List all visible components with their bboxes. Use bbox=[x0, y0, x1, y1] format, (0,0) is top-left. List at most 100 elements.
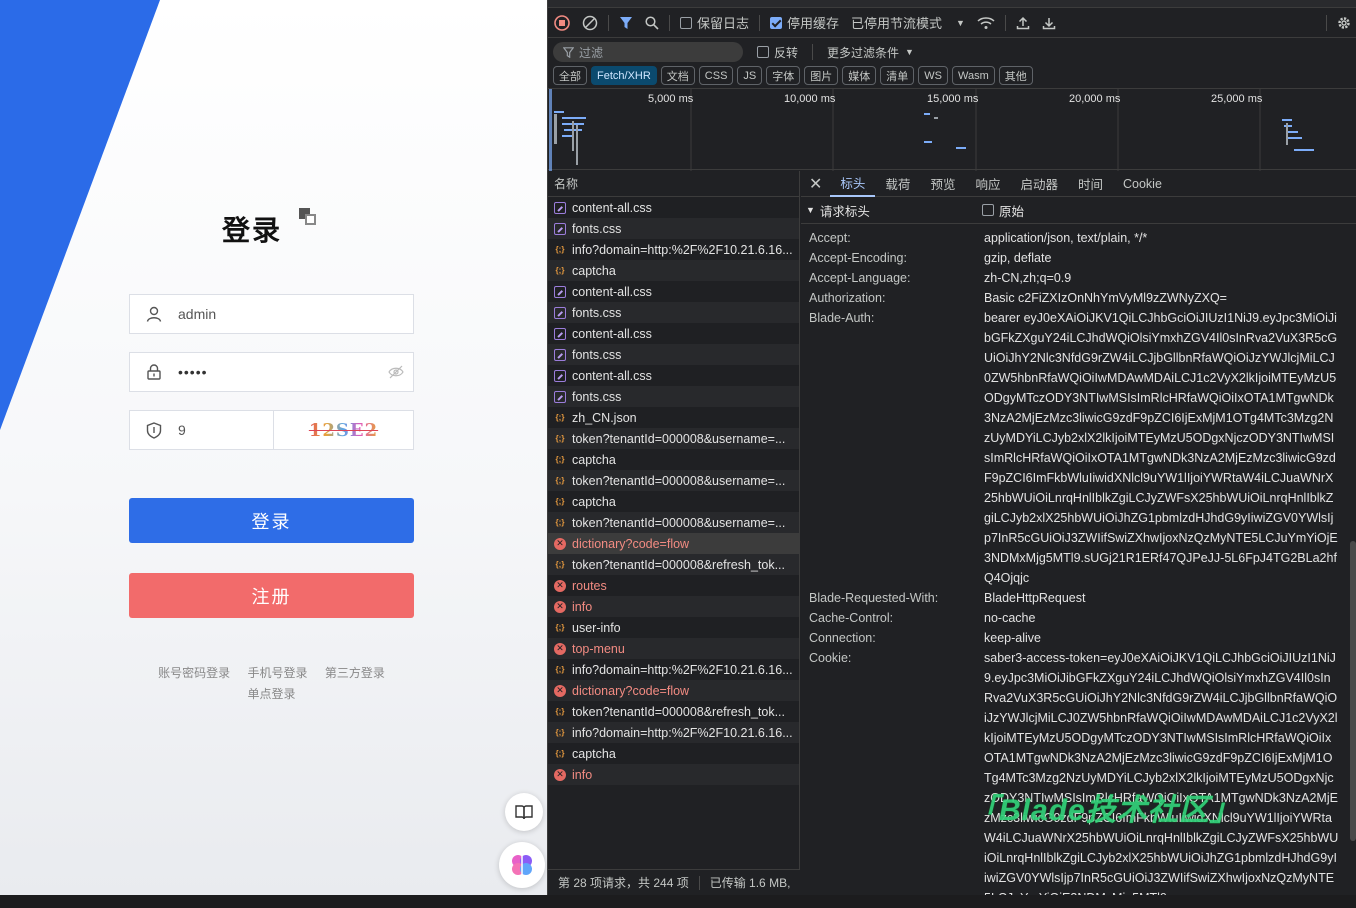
tab-payload[interactable]: 载荷 bbox=[875, 171, 920, 197]
request-row[interactable]: ✕ dictionary?code=flow bbox=[548, 680, 799, 701]
request-row[interactable]: {;} captcha bbox=[548, 491, 799, 512]
chip-fetch-xhr[interactable]: Fetch/XHR bbox=[591, 66, 657, 85]
request-row[interactable]: {;} info?domain=http:%2F%2F10.21.6.16... bbox=[548, 239, 799, 260]
detail-tabs: ✕ 标头 载荷 预览 响应 启动器 时间 Cookie bbox=[801, 171, 1356, 197]
request-row[interactable]: {;} captcha bbox=[548, 260, 799, 281]
request-row[interactable]: fonts.css bbox=[548, 386, 799, 407]
request-row[interactable]: {;} token?tenantId=000008&username=... bbox=[548, 512, 799, 533]
timeline-tick: 10,000 ms bbox=[784, 93, 836, 105]
link-sso-login[interactable]: 单点登录 bbox=[247, 687, 295, 701]
link-third-party-login[interactable]: 第三方登录 bbox=[325, 666, 385, 680]
chip-js[interactable]: JS bbox=[737, 66, 763, 85]
request-row[interactable]: ✕ dictionary?code=flow bbox=[548, 533, 799, 554]
tab-cookies[interactable]: Cookie bbox=[1113, 171, 1172, 197]
request-row[interactable]: ✕ routes bbox=[548, 575, 799, 596]
import-har-button[interactable] bbox=[1010, 8, 1036, 38]
tab-headers[interactable]: 标头 bbox=[830, 171, 876, 197]
chip-ws[interactable]: WS bbox=[918, 66, 948, 85]
login-methods: 账号密码登录 手机号登录 第三方登录 bbox=[129, 664, 414, 681]
chip-wasm[interactable]: Wasm bbox=[952, 66, 995, 85]
request-row[interactable]: {;} info?domain=http:%2F%2F10.21.6.16... bbox=[548, 722, 799, 743]
request-row[interactable]: {;} zh_CN.json bbox=[548, 407, 799, 428]
request-row[interactable]: content-all.css bbox=[548, 281, 799, 302]
separator bbox=[608, 14, 609, 31]
request-row[interactable]: content-all.css bbox=[548, 323, 799, 344]
css-file-icon bbox=[554, 201, 566, 214]
request-row[interactable]: {;} info?domain=http:%2F%2F10.21.6.16... bbox=[548, 659, 799, 680]
request-name: info?domain=http:%2F%2F10.21.6.16... bbox=[572, 662, 793, 677]
column-header-name[interactable]: 名称 bbox=[548, 171, 799, 197]
tab-preview[interactable]: 预览 bbox=[920, 171, 965, 197]
captcha-field[interactable]: 9 bbox=[129, 410, 274, 450]
eye-hidden-icon[interactable] bbox=[388, 365, 404, 379]
request-row[interactable]: fonts.css bbox=[548, 344, 799, 365]
language-icon[interactable] bbox=[298, 207, 318, 227]
tab-timing[interactable]: 时间 bbox=[1068, 171, 1113, 197]
clear-icon bbox=[582, 15, 598, 30]
tab-initiator[interactable]: 启动器 bbox=[1010, 171, 1068, 197]
request-row[interactable]: {;} token?tenantId=000008&username=... bbox=[548, 428, 799, 449]
preserve-log-checkbox[interactable]: 保留日志 bbox=[674, 8, 755, 38]
header-row: Blade-Requested-With: BladeHttpRequest bbox=[809, 588, 1356, 608]
request-row[interactable]: fonts.css bbox=[548, 302, 799, 323]
filter-input[interactable]: 过滤 bbox=[553, 42, 743, 62]
export-har-button[interactable] bbox=[1036, 8, 1062, 38]
link-account-login[interactable]: 账号密码登录 bbox=[158, 666, 230, 680]
book-button[interactable] bbox=[505, 793, 543, 831]
network-settings-button[interactable] bbox=[1331, 8, 1356, 38]
ai-assistant-button[interactable] bbox=[499, 842, 545, 888]
register-button[interactable]: 注册 bbox=[129, 573, 414, 618]
header-value: saber3-access-token=eyJ0eXAiOiJKV1QiLCJh… bbox=[984, 651, 1339, 905]
tab-response[interactable]: 响应 bbox=[965, 171, 1010, 197]
login-button[interactable]: 登录 bbox=[129, 498, 414, 543]
request-name: content-all.css bbox=[572, 326, 652, 341]
request-row[interactable]: ✕ info bbox=[548, 764, 799, 785]
request-row[interactable]: {;} user-info bbox=[548, 617, 799, 638]
more-filters-dropdown[interactable]: 更多过滤条件 ▼ bbox=[827, 44, 914, 61]
disable-cache-checkbox[interactable]: 停用缓存 bbox=[764, 8, 845, 38]
request-row[interactable]: ✕ info bbox=[548, 596, 799, 617]
request-row[interactable]: fonts.css bbox=[548, 218, 799, 239]
clear-button[interactable] bbox=[576, 8, 604, 38]
request-row[interactable]: {;} token?tenantId=000008&username=... bbox=[548, 470, 799, 491]
request-headers-section-toggle[interactable]: ▼ 请求标头 原始 bbox=[801, 197, 1356, 224]
close-icon[interactable]: ✕ bbox=[801, 174, 830, 194]
filter-toggle[interactable] bbox=[613, 8, 639, 38]
header-key: Connection: bbox=[809, 631, 876, 645]
watermark: 「Blade技术社区」 bbox=[968, 794, 1241, 827]
chip-media[interactable]: 媒体 bbox=[842, 66, 877, 85]
css-file-icon bbox=[554, 327, 566, 340]
search-button[interactable] bbox=[639, 8, 665, 38]
chip-other[interactable]: 其他 bbox=[998, 66, 1033, 85]
request-row[interactable]: content-all.css bbox=[548, 197, 799, 218]
chip-doc[interactable]: 文档 bbox=[660, 66, 695, 85]
chip-img[interactable]: 图片 bbox=[804, 66, 839, 85]
header-key: Authorization: bbox=[809, 291, 886, 305]
raw-checkbox[interactable]: 原始 bbox=[982, 201, 1024, 220]
record-button[interactable] bbox=[548, 8, 576, 38]
invert-checkbox[interactable]: 反转 bbox=[757, 44, 798, 61]
request-row[interactable]: {;} captcha bbox=[548, 449, 799, 470]
chip-css[interactable]: CSS bbox=[698, 66, 734, 85]
password-field[interactable]: ••••• bbox=[129, 352, 414, 392]
scrollbar[interactable] bbox=[1350, 541, 1356, 841]
throttle-select[interactable]: 已停用节流模式 ▼ bbox=[845, 8, 971, 38]
login-methods-row2: 单点登录 bbox=[129, 685, 414, 702]
network-overview-timeline[interactable]: 5,000 ms 10,000 ms 15,000 ms 20,000 ms 2… bbox=[548, 88, 1356, 171]
header-key: Blade-Requested-With: bbox=[809, 591, 939, 605]
username-field[interactable]: admin bbox=[129, 294, 414, 334]
disable-cache-label: 停用缓存 bbox=[787, 16, 840, 31]
request-row[interactable]: ✕ top-menu bbox=[548, 638, 799, 659]
request-row[interactable]: {;} token?tenantId=000008&refresh_tok... bbox=[548, 554, 799, 575]
chip-all[interactable]: 全部 bbox=[553, 66, 587, 85]
request-row[interactable]: {;} token?tenantId=000008&refresh_tok... bbox=[548, 701, 799, 722]
request-row[interactable]: content-all.css bbox=[548, 365, 799, 386]
link-phone-login[interactable]: 手机号登录 bbox=[247, 666, 307, 680]
error-icon: ✕ bbox=[554, 537, 566, 550]
captcha-image[interactable]: 12SE2 bbox=[273, 410, 414, 450]
request-row[interactable]: {;} captcha bbox=[548, 743, 799, 764]
network-conditions-button[interactable] bbox=[971, 8, 1001, 38]
chip-manifest[interactable]: 清单 bbox=[880, 66, 915, 85]
error-icon: ✕ bbox=[554, 579, 566, 592]
chip-font[interactable]: 字体 bbox=[766, 66, 801, 85]
